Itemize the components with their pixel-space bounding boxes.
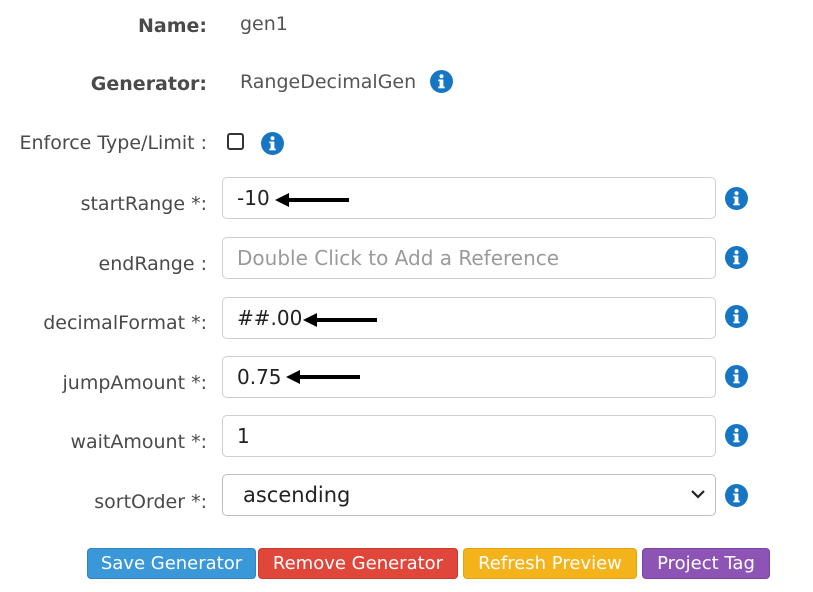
name-label: Name:: [137, 15, 207, 37]
wait-amount-info-icon[interactable]: [725, 424, 748, 447]
arrow-left-icon: [286, 370, 360, 384]
sort-order-label: sortOrder *:: [94, 491, 207, 513]
arrow-left-icon: [303, 313, 377, 327]
sort-order-selected: ascending: [243, 483, 351, 507]
wait-amount-label: waitAmount *:: [70, 431, 207, 453]
name-value: gen1: [240, 13, 288, 35]
enforce-type-limit-label: Enforce Type/Limit :: [19, 132, 207, 154]
decimal-format-field: [222, 297, 716, 339]
refresh-preview-button[interactable]: Refresh Preview: [463, 548, 637, 579]
sort-order-select[interactable]: ascending: [222, 474, 716, 516]
start-range-label: startRange *:: [80, 193, 207, 215]
generator-label: Generator:: [90, 73, 207, 95]
enforce-type-limit-checkbox[interactable]: [227, 133, 244, 150]
jump-amount-info-icon[interactable]: [725, 365, 748, 388]
end-range-field: [222, 237, 716, 279]
sort-order-info-icon[interactable]: [725, 484, 748, 507]
wait-amount-field: [222, 415, 716, 457]
save-generator-button[interactable]: Save Generator: [87, 548, 256, 579]
end-range-info-icon[interactable]: [725, 246, 748, 269]
start-range-info-icon[interactable]: [725, 187, 748, 210]
generator-value: RangeDecimalGen: [240, 71, 417, 93]
decimal-format-label: decimalFormat *:: [43, 312, 207, 334]
project-tag-button[interactable]: Project Tag: [642, 548, 770, 579]
jump-amount-label: jumpAmount *:: [62, 372, 208, 394]
end-range-input[interactable]: [237, 238, 707, 278]
enforce-info-icon[interactable]: [261, 132, 284, 155]
wait-amount-input[interactable]: [237, 416, 707, 456]
decimal-format-info-icon[interactable]: [725, 305, 748, 328]
chevron-down-icon: [691, 490, 705, 499]
generator-info-icon[interactable]: [430, 70, 453, 93]
remove-generator-button[interactable]: Remove Generator: [258, 548, 458, 579]
arrow-left-icon: [275, 193, 349, 207]
end-range-label: endRange :: [98, 253, 207, 275]
